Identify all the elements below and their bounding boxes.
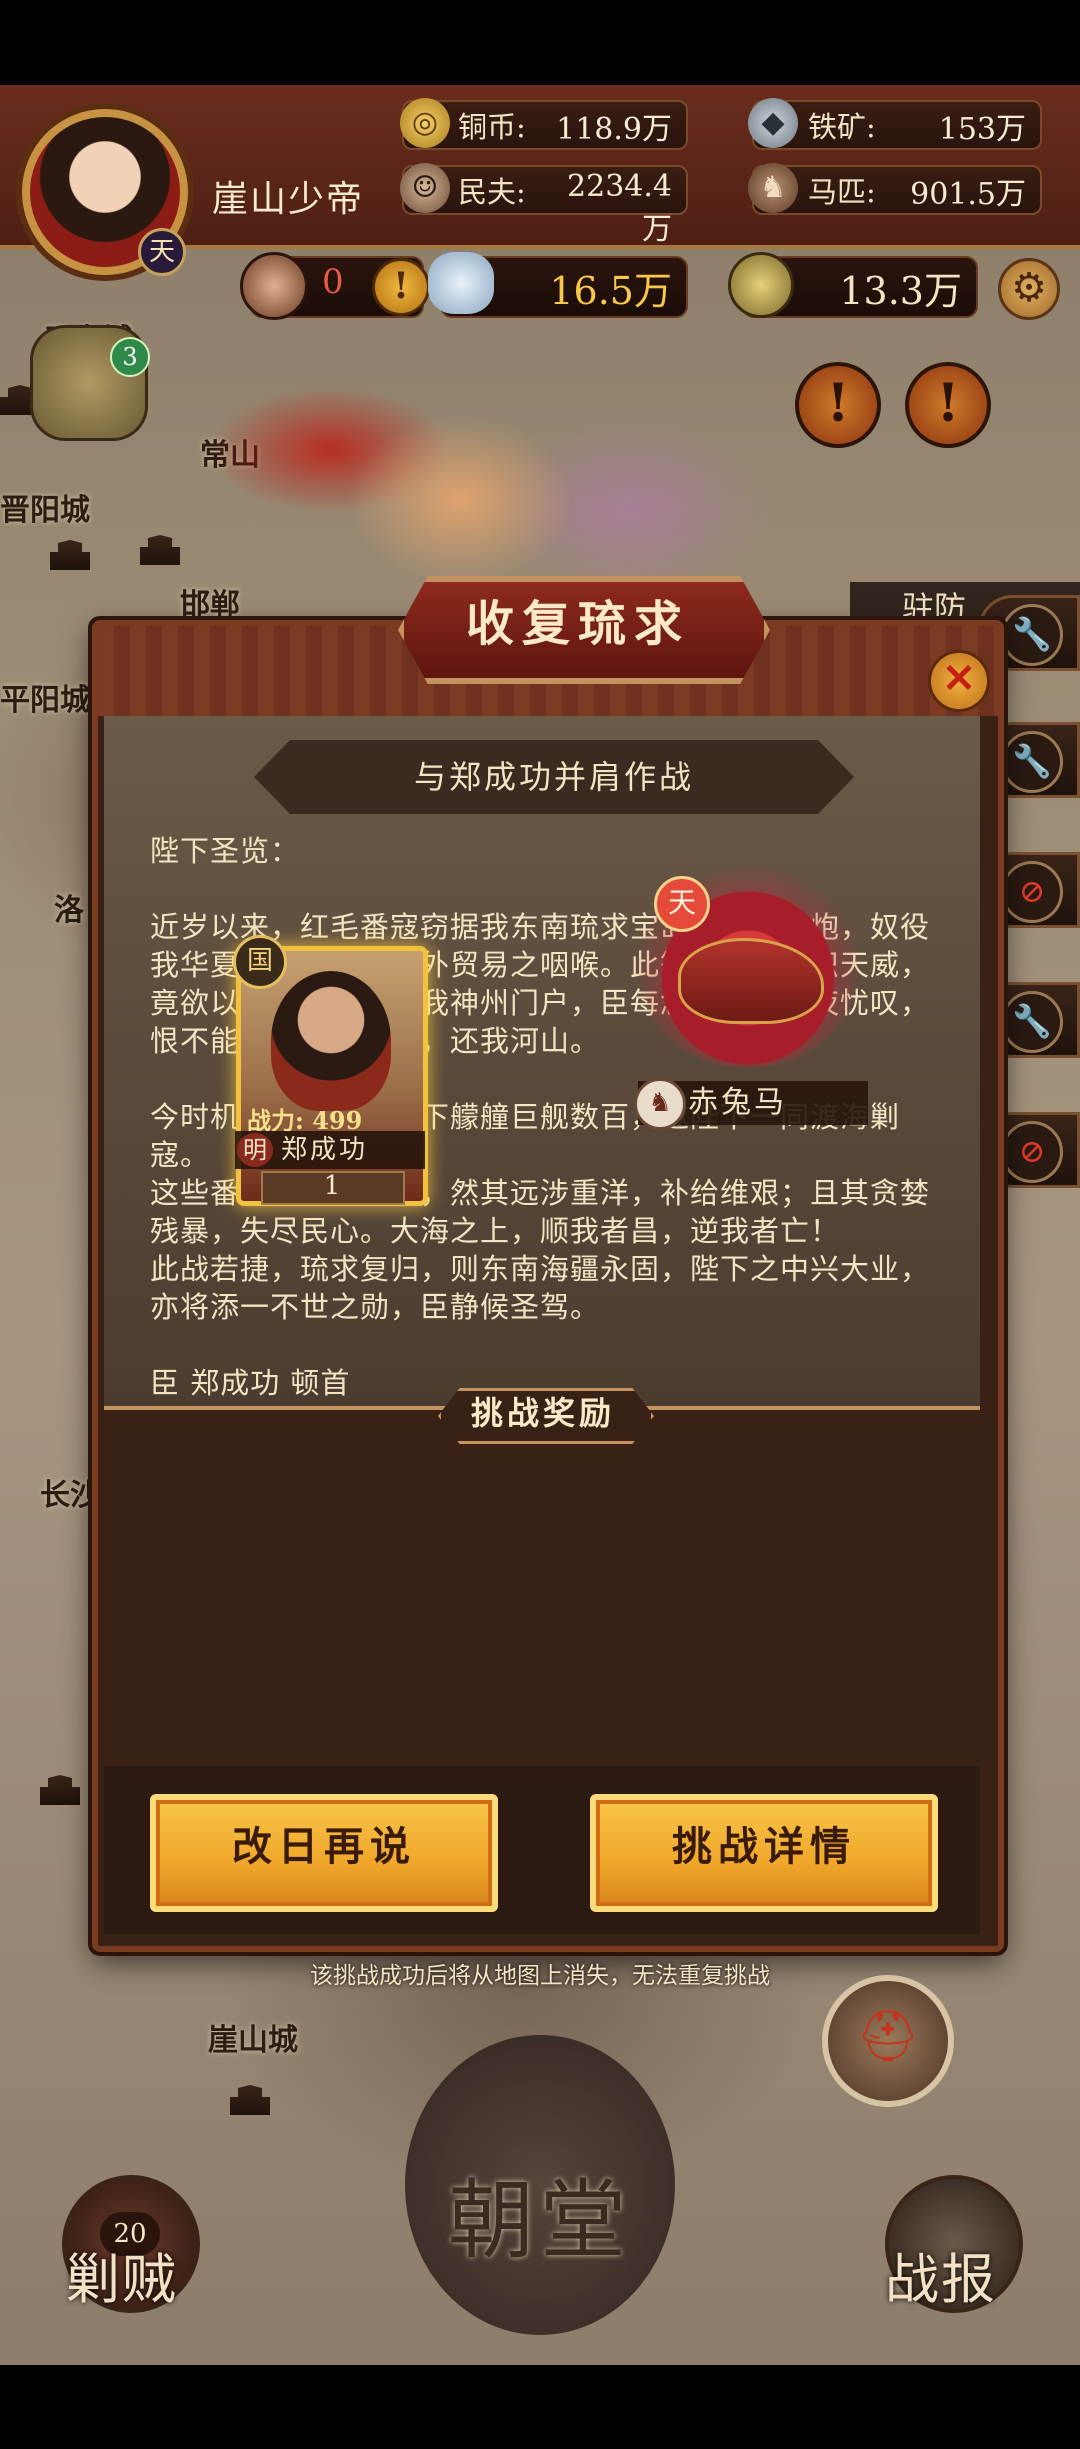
city-yashan[interactable]: 崖山城 (208, 2015, 298, 2059)
later-button[interactable]: 改日再说 (150, 1794, 498, 1912)
civilians-label: 民夫: (458, 175, 526, 209)
nav-report-label[interactable]: 战报 (885, 2235, 997, 2314)
challenge-dialog: 收复琉求 ✕ 与郑成功并肩作战 陛下圣览： 近岁以来，红毛番寇窃据我东南琉求宝岛… (92, 576, 1004, 1952)
general-level: 1 (323, 1171, 341, 1201)
city-marker (140, 535, 180, 565)
city-jinyang[interactable]: 晋阳城 (0, 485, 90, 529)
general-reward-card[interactable]: 国 战力: 499 明 郑成功 1 (233, 935, 428, 1206)
mount-name: 赤兔马 (688, 1085, 787, 1120)
general-portrait (271, 971, 391, 1111)
dialog-title: 收复琉求 (465, 596, 690, 652)
iron-ore-icon: ◆ (748, 98, 798, 148)
iron-label: 铁矿: (808, 110, 876, 144)
city-marker (230, 2085, 270, 2115)
bag-count-badge: 3 (110, 337, 150, 377)
laborer-icon: ☺ (400, 163, 450, 213)
copper-label: 铜币: (458, 110, 526, 144)
general-count: 0 (322, 262, 344, 302)
gear-icon[interactable]: ⚙ (998, 258, 1060, 320)
alert-button[interactable]: ! (905, 362, 991, 448)
token-icon (728, 252, 794, 318)
horses-label: 马匹: (808, 175, 876, 209)
city-changsha[interactable]: 长沙 (40, 1470, 100, 1514)
mount-rank-tag: 天 (654, 876, 710, 932)
player-avatar-frame[interactable]: 天 (0, 85, 240, 315)
wrench-disabled-icon: ⊘ (1001, 1121, 1063, 1183)
wrench-icon: 🔧 (1001, 731, 1063, 793)
city-luo[interactable]: 洛 (54, 885, 84, 929)
reward-title: 挑战奖励 (470, 1394, 615, 1432)
city-marker (40, 1775, 80, 1805)
city-marker (50, 540, 90, 570)
coin-icon: ◎ (400, 98, 450, 148)
alert-icon[interactable]: ! (372, 258, 430, 316)
nav-bandit-label[interactable]: 剿贼 (66, 2235, 178, 2314)
general-portrait-icon (240, 252, 308, 320)
civilians-value: 2234.4万 (567, 169, 672, 247)
nav-court-label[interactable]: 朝堂 (405, 2150, 675, 2275)
rank-badge: 天 (138, 228, 186, 276)
card-rank-tag: 国 (233, 935, 287, 989)
close-button[interactable]: ✕ (928, 650, 990, 712)
silver-ingot-icon (428, 252, 494, 314)
token-value: 13.3万 (839, 269, 962, 313)
wrench-disabled-icon: ⊘ (1001, 861, 1063, 923)
player-name[interactable]: 崖山少帝 (212, 170, 364, 222)
iron-value: 153万 (938, 112, 1026, 147)
wrench-icon: 🔧 (1001, 604, 1063, 666)
horse-icon: ♞ (634, 1078, 686, 1130)
reward-area (104, 1410, 980, 1755)
alert-button[interactable]: ! (795, 362, 881, 448)
wrench-icon: 🔧 (1001, 991, 1063, 1053)
general-name: 郑成功 (281, 1135, 369, 1165)
red-hare-horse-image (678, 938, 824, 1024)
copper-value: 118.9万 (556, 112, 672, 147)
dialog-button-row: 改日再说 挑战详情 (104, 1766, 980, 1934)
helmet-icon[interactable]: ⛑ (822, 1975, 954, 2107)
city-pingyang[interactable]: 平阳城 (0, 675, 90, 719)
challenge-details-button[interactable]: 挑战详情 (590, 1794, 938, 1912)
dynasty-badge: 明 (237, 1133, 273, 1167)
silver-value: 16.5万 (549, 269, 672, 313)
dialog-subtitle: 与郑成功并肩作战 (413, 758, 694, 796)
horses-value: 901.5万 (910, 177, 1026, 212)
horse-icon: ♞ (748, 163, 798, 213)
